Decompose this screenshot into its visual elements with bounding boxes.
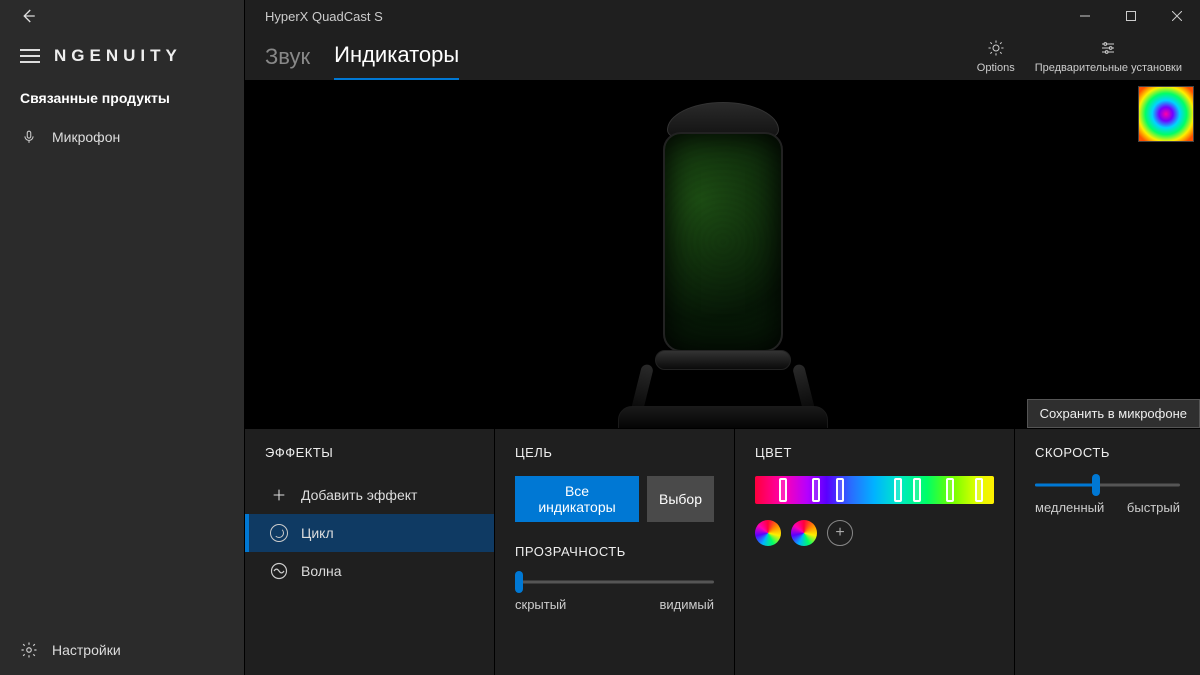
sliders-icon <box>1098 38 1118 58</box>
presets-label: Предварительные установки <box>1035 62 1182 74</box>
microphone-icon <box>20 128 38 146</box>
save-to-device-hint[interactable]: Сохранить в микрофоне <box>1027 399 1200 428</box>
target-title: ЦЕЛЬ <box>515 445 714 460</box>
target-column: ЦЕЛЬ Все индикаторы Выбор ПРОЗРАЧНОСТЬ с… <box>495 429 735 675</box>
tab-sound[interactable]: Звук <box>265 44 310 80</box>
effects-column: ЭФФЕКТЫ Добавить эффект Цикл Волна <box>245 429 495 675</box>
target-pick-button[interactable]: Выбор <box>647 476 714 522</box>
sidebar-item-microphone[interactable]: Микрофон <box>0 120 244 154</box>
brightness-icon <box>986 38 1006 58</box>
window-close[interactable] <box>1154 0 1200 32</box>
effect-label: Волна <box>301 563 342 579</box>
window-maximize[interactable] <box>1108 0 1154 32</box>
speed-max-label: быстрый <box>1127 500 1180 515</box>
speed-column: СКОРОСТЬ медленный быстрый <box>1015 429 1200 675</box>
color-swatch-1[interactable] <box>755 520 781 546</box>
window-title: HyperX QuadCast S <box>245 0 1200 32</box>
brand-logo: NGENUITY <box>54 46 182 66</box>
main: HyperX QuadCast S Звук Индикаторы Option… <box>245 0 1200 675</box>
plus-icon <box>269 485 289 505</box>
controls-panel: ЭФФЕКТЫ Добавить эффект Цикл Волна <box>245 428 1200 675</box>
color-marker[interactable] <box>779 478 787 502</box>
add-color-swatch[interactable]: + <box>827 520 853 546</box>
color-marker[interactable] <box>836 478 844 502</box>
settings-label: Настройки <box>52 642 121 658</box>
opacity-thumb[interactable] <box>515 571 523 593</box>
color-marker[interactable] <box>946 478 954 502</box>
color-strip[interactable] <box>755 476 994 504</box>
tool-options[interactable]: Options <box>977 38 1015 74</box>
opacity-max-label: видимый <box>659 597 714 612</box>
sidebar: NGENUITY Связанные продукты Микрофон Нас… <box>0 0 245 675</box>
sidebar-item-label: Микрофон <box>52 129 120 145</box>
back-button[interactable] <box>16 4 40 28</box>
effect-label: Цикл <box>301 525 334 541</box>
color-title: ЦВЕТ <box>755 445 994 460</box>
sidebar-settings[interactable]: Настройки <box>0 625 244 675</box>
add-effect-label: Добавить эффект <box>301 487 417 503</box>
target-all-button[interactable]: Все индикаторы <box>515 476 639 522</box>
tab-bar: Звук Индикаторы Options Предварительные … <box>245 32 1200 80</box>
opacity-title: ПРОЗРАЧНОСТЬ <box>515 544 714 559</box>
window-minimize[interactable] <box>1062 0 1108 32</box>
wave-icon <box>269 561 289 581</box>
cycle-icon <box>269 523 289 543</box>
color-marker[interactable] <box>812 478 820 502</box>
speed-thumb[interactable] <box>1092 474 1100 496</box>
options-label: Options <box>977 62 1015 74</box>
speed-min-label: медленный <box>1035 500 1104 515</box>
speed-slider[interactable] <box>1035 476 1180 494</box>
effects-title: ЭФФЕКТЫ <box>245 445 494 460</box>
color-marker[interactable] <box>975 478 983 502</box>
color-swatch-2[interactable] <box>791 520 817 546</box>
opacity-min-label: скрытый <box>515 597 566 612</box>
tool-presets[interactable]: Предварительные установки <box>1035 38 1182 74</box>
effect-item-wave[interactable]: Волна <box>245 552 494 590</box>
device-preview: Сохранить в микрофоне <box>245 80 1200 428</box>
add-effect-button[interactable]: Добавить эффект <box>245 476 494 514</box>
sidebar-section-title: Связанные продукты <box>0 90 244 120</box>
microphone-render <box>608 102 838 428</box>
menu-icon[interactable] <box>20 49 40 63</box>
color-column: ЦВЕТ + <box>735 429 1015 675</box>
speed-title: СКОРОСТЬ <box>1035 445 1180 460</box>
profile-thumbnail[interactable] <box>1138 86 1194 142</box>
effect-item-cycle[interactable]: Цикл <box>245 514 494 552</box>
tab-indicators[interactable]: Индикаторы <box>334 42 459 80</box>
opacity-slider[interactable] <box>515 573 714 591</box>
gear-icon <box>20 641 38 659</box>
color-marker[interactable] <box>894 478 902 502</box>
color-marker[interactable] <box>913 478 921 502</box>
